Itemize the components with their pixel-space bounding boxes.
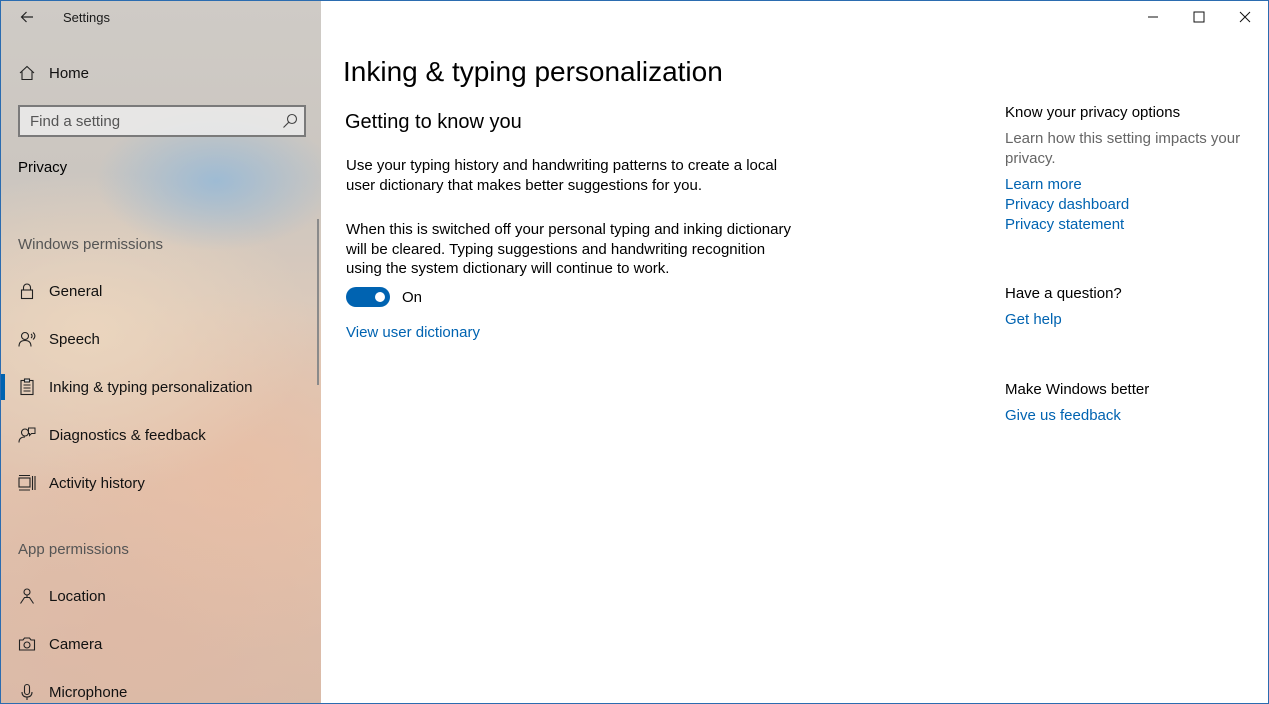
maximize-icon <box>1193 11 1205 23</box>
privacy-statement-link[interactable]: Privacy statement <box>1005 215 1255 235</box>
feedback-section: Make Windows better Give us feedback <box>1005 381 1255 426</box>
sidebar-item-general[interactable]: General <box>1 271 321 311</box>
group-header-windows-permissions: Windows permissions <box>18 236 164 253</box>
speech-icon <box>17 329 37 349</box>
minimize-button[interactable] <box>1130 1 1176 33</box>
privacy-options-heading: Know your privacy options <box>1005 104 1181 121</box>
sidebar-item-location[interactable]: Location <box>1 576 321 616</box>
minimize-icon <box>1148 16 1158 18</box>
toggle-state-label: On <box>402 289 423 306</box>
inking-icon <box>17 377 37 397</box>
back-arrow-icon <box>20 11 33 23</box>
sidebar-item-microphone[interactable]: Microphone <box>1 672 321 703</box>
microphone-icon <box>17 682 37 702</box>
section-title: Privacy <box>18 159 68 176</box>
sidebar-item-label: Speech <box>49 330 100 348</box>
sidebar-item-label: Microphone <box>49 683 128 701</box>
section-heading: Getting to know you <box>345 111 522 133</box>
activity-icon <box>17 473 37 493</box>
diagnostics-icon <box>17 425 37 445</box>
toggle-knob <box>375 292 385 302</box>
sidebar: Settings Home Privacy Windows permission… <box>1 1 321 703</box>
sidebar-item-label: Location <box>49 587 106 605</box>
close-icon <box>1239 11 1251 23</box>
feedback-heading: Make Windows better <box>1005 381 1150 398</box>
sidebar-scrollbar[interactable] <box>317 219 319 385</box>
close-button[interactable] <box>1222 1 1268 33</box>
maximize-button[interactable] <box>1176 1 1222 33</box>
personalization-toggle[interactable] <box>346 287 390 307</box>
home-icon <box>17 63 37 83</box>
sidebar-item-label: Camera <box>49 635 103 653</box>
sidebar-item-inking-typing[interactable]: Inking & typing personalization <box>1 367 321 407</box>
privacy-dashboard-link[interactable]: Privacy dashboard <box>1005 195 1255 215</box>
lock-icon <box>17 281 37 301</box>
sidebar-item-label: Activity history <box>49 474 145 492</box>
sidebar-item-label: Inking & typing personalization <box>49 378 253 396</box>
back-button[interactable] <box>15 5 39 29</box>
give-feedback-link[interactable]: Give us feedback <box>1005 406 1255 426</box>
learn-more-link[interactable]: Learn more <box>1005 175 1255 195</box>
app-title: Settings <box>63 10 110 25</box>
group-header-app-permissions: App permissions <box>18 541 129 558</box>
settings-window: Settings Home Privacy Windows permission… <box>0 0 1269 704</box>
sidebar-item-label: Home <box>49 64 90 82</box>
sidebar-item-label: General <box>49 282 103 300</box>
search-input[interactable] <box>20 112 270 130</box>
page-title: Inking & typing personalization <box>343 56 723 87</box>
get-help-link[interactable]: Get help <box>1005 310 1255 330</box>
camera-icon <box>17 634 37 654</box>
sidebar-item-label: Diagnostics & feedback <box>49 426 206 444</box>
main-content: Inking & typing personalization Getting … <box>322 1 1268 703</box>
warning-paragraph: When this is switched off your personal … <box>346 221 791 277</box>
sidebar-item-home[interactable]: Home <box>1 53 321 93</box>
location-icon <box>17 586 37 606</box>
privacy-options-description: Learn how this setting impacts your priv… <box>1005 130 1241 167</box>
view-user-dictionary-link[interactable]: View user dictionary <box>346 324 480 341</box>
sidebar-item-diagnostics[interactable]: Diagnostics & feedback <box>1 415 321 455</box>
description-paragraph: Use your typing history and handwriting … <box>346 157 778 194</box>
privacy-options-section: Know your privacy options Learn how this… <box>1005 104 1255 235</box>
search-box[interactable] <box>18 105 306 137</box>
sidebar-item-camera[interactable]: Camera <box>1 624 321 664</box>
help-heading: Have a question? <box>1005 285 1122 302</box>
sidebar-item-speech[interactable]: Speech <box>1 319 321 359</box>
search-icon[interactable] <box>282 113 298 129</box>
help-section: Have a question? Get help <box>1005 285 1255 330</box>
sidebar-item-activity-history[interactable]: Activity history <box>1 463 321 503</box>
